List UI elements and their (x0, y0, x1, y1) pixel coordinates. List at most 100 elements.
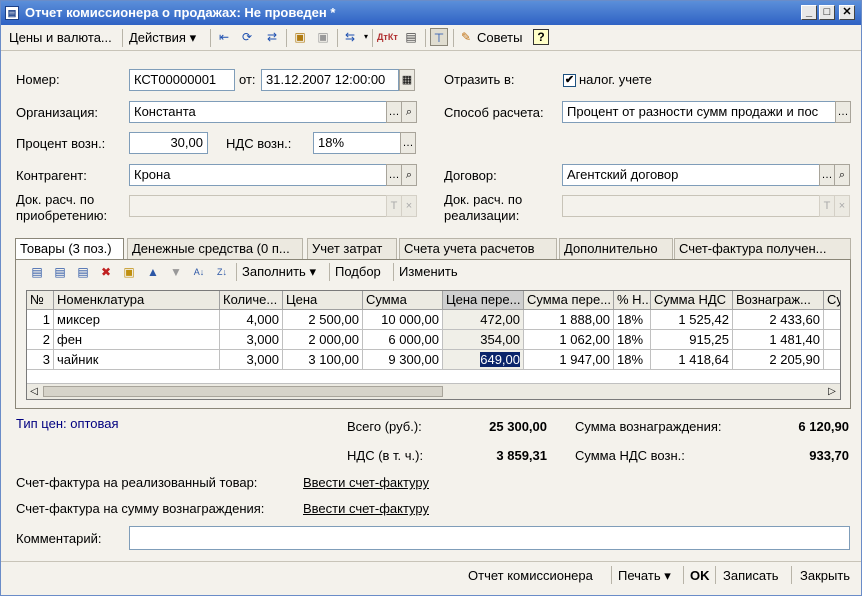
copy-row-icon[interactable]: ▤ (51, 262, 69, 282)
column-header[interactable]: № (27, 291, 54, 310)
minimize-button[interactable]: _ (801, 5, 817, 20)
refresh-icon[interactable]: ⟳ (238, 28, 256, 46)
table-cell[interactable]: 18% (614, 310, 651, 330)
column-header[interactable]: Су (824, 291, 840, 310)
table-cell[interactable]: 915,25 (651, 330, 733, 350)
table-cell[interactable] (824, 310, 840, 330)
table-cell[interactable]: 3 100,00 (283, 350, 363, 370)
table-cell[interactable]: 1 418,64 (651, 350, 733, 370)
vat-reward-select-button[interactable]: … (400, 132, 416, 154)
ok-button[interactable]: OK (690, 567, 710, 585)
contract-open-icon[interactable]: ⌕ (834, 164, 850, 186)
calendar-icon[interactable]: ▦ (399, 69, 415, 91)
column-header[interactable]: Количе... (220, 291, 283, 310)
scroll-thumb[interactable] (43, 386, 443, 397)
table-cell[interactable]: 1 481,40 (733, 330, 824, 350)
back-arrow-icon[interactable]: ⇤ (215, 28, 233, 46)
column-header[interactable]: Номенклатура (54, 291, 220, 310)
prices-currency-button[interactable]: Цены и валюта... (9, 29, 112, 47)
table-cell[interactable]: 472,00 (443, 310, 524, 330)
table-cell[interactable]: миксер (54, 310, 220, 330)
vat-reward-field[interactable]: 18% (313, 132, 401, 154)
tab-invoice-received[interactable]: Счет-фактура получен... (674, 238, 851, 260)
edit-row-icon[interactable]: ▤ (74, 262, 92, 282)
table-cell[interactable]: 9 300,00 (363, 350, 443, 370)
table-cell[interactable]: 1 525,42 (651, 310, 733, 330)
contractor-open-icon[interactable]: ⌕ (401, 164, 417, 186)
close-button[interactable]: ✕ (839, 5, 855, 20)
column-header[interactable]: Сумма НДС (651, 291, 733, 310)
tree-toggle-icon[interactable]: ⊤ (430, 28, 448, 46)
fill-menu[interactable]: Заполнить ▾ (242, 263, 316, 281)
tab-accounts[interactable]: Счета учета расчетов (399, 238, 557, 260)
doc-sale-field[interactable] (562, 195, 820, 217)
contractor-select-button[interactable]: … (386, 164, 402, 186)
table-cell[interactable]: 18% (614, 350, 651, 370)
type-icon[interactable]: T (386, 195, 402, 217)
column-header[interactable]: % Н... (614, 291, 651, 310)
table-cell[interactable] (824, 350, 840, 370)
tab-cash[interactable]: Денежные средства (0 п... (127, 238, 303, 260)
contract-field[interactable]: Агентский договор (562, 164, 820, 186)
save-button[interactable]: Записать (723, 567, 779, 585)
column-header[interactable]: Вознаграж... (733, 291, 824, 310)
clear-icon[interactable]: × (401, 195, 417, 217)
sort-asc-icon[interactable]: A↓ (190, 262, 208, 282)
number-field[interactable]: КСТ00000001 (129, 69, 235, 91)
tax-accounting-checkbox[interactable]: ✔ (563, 74, 576, 87)
post-document-icon[interactable]: ▣ (291, 28, 309, 46)
move-up-icon[interactable]: ▲ (144, 262, 162, 282)
select-button[interactable]: Подбор (335, 263, 381, 281)
table-cell[interactable]: 1 (27, 310, 54, 330)
table-cell[interactable]: 1 062,00 (524, 330, 614, 350)
price-type-link[interactable]: Тип цен: оптовая (16, 416, 119, 431)
column-header[interactable]: Сумма (363, 291, 443, 310)
horizontal-scrollbar[interactable]: ◁ ▷ (27, 383, 840, 399)
calc-method-select-button[interactable]: … (835, 101, 851, 123)
table-cell[interactable]: 2 205,90 (733, 350, 824, 370)
structure-icon[interactable]: ▤ (402, 28, 420, 46)
table-cell[interactable]: фен (54, 330, 220, 350)
delete-row-icon[interactable]: ✖ (97, 262, 115, 282)
end-edit-icon[interactable]: ▣ (120, 262, 138, 282)
calc-method-field[interactable]: Процент от разности сумм продажи и пос (562, 101, 836, 123)
invoice-reward-link[interactable]: Ввести счет-фактуру (303, 501, 429, 516)
commission-report-button[interactable]: Отчет комиссионера (468, 567, 593, 585)
invoice-goods-link[interactable]: Ввести счет-фактуру (303, 475, 429, 490)
close-form-button[interactable]: Закрыть (800, 567, 850, 585)
table-cell[interactable]: 2 500,00 (283, 310, 363, 330)
table-cell[interactable]: 6 000,00 (363, 330, 443, 350)
tips-icon[interactable]: ✎ (457, 28, 475, 46)
tab-additional[interactable]: Дополнительно (559, 238, 673, 260)
tips-button[interactable]: Советы (477, 29, 522, 47)
table-cell[interactable]: чайник (54, 350, 220, 370)
table-cell[interactable]: 354,00 (443, 330, 524, 350)
goods-table[interactable]: № Номенклатура Количе... Цена Сумма Цена… (26, 290, 841, 400)
move-down-icon[interactable]: ▼ (167, 262, 185, 282)
table-cell[interactable]: 18% (614, 330, 651, 350)
table-cell[interactable]: 649,00 (443, 350, 524, 370)
table-cell[interactable]: 3,000 (220, 350, 283, 370)
scroll-left-icon[interactable]: ◁ (27, 384, 41, 399)
table-cell[interactable]: 1 888,00 (524, 310, 614, 330)
table-cell[interactable] (824, 330, 840, 350)
edit-button[interactable]: Изменить (399, 263, 458, 281)
organization-open-icon[interactable]: ⌕ (401, 101, 417, 123)
column-header[interactable]: Цена пере... (443, 291, 524, 310)
table-cell[interactable]: 4,000 (220, 310, 283, 330)
table-cell[interactable]: 2 (27, 330, 54, 350)
add-row-icon[interactable]: ▤ (28, 262, 46, 282)
column-header[interactable]: Сумма пере... (524, 291, 614, 310)
scroll-right-icon[interactable]: ▷ (825, 384, 839, 399)
maximize-button[interactable]: □ (819, 5, 835, 20)
tab-goods[interactable]: Товары (3 поз.) (15, 238, 124, 260)
organization-field[interactable]: Константа (129, 101, 387, 123)
doc-purchase-field[interactable] (129, 195, 387, 217)
percent-field[interactable]: 30,00 (129, 132, 208, 154)
print-menu[interactable]: Печать ▾ (618, 567, 671, 585)
table-cell[interactable]: 3,000 (220, 330, 283, 350)
comment-field[interactable] (129, 526, 850, 550)
organization-select-button[interactable]: … (386, 101, 402, 123)
table-cell[interactable]: 1 947,00 (524, 350, 614, 370)
table-cell[interactable]: 10 000,00 (363, 310, 443, 330)
